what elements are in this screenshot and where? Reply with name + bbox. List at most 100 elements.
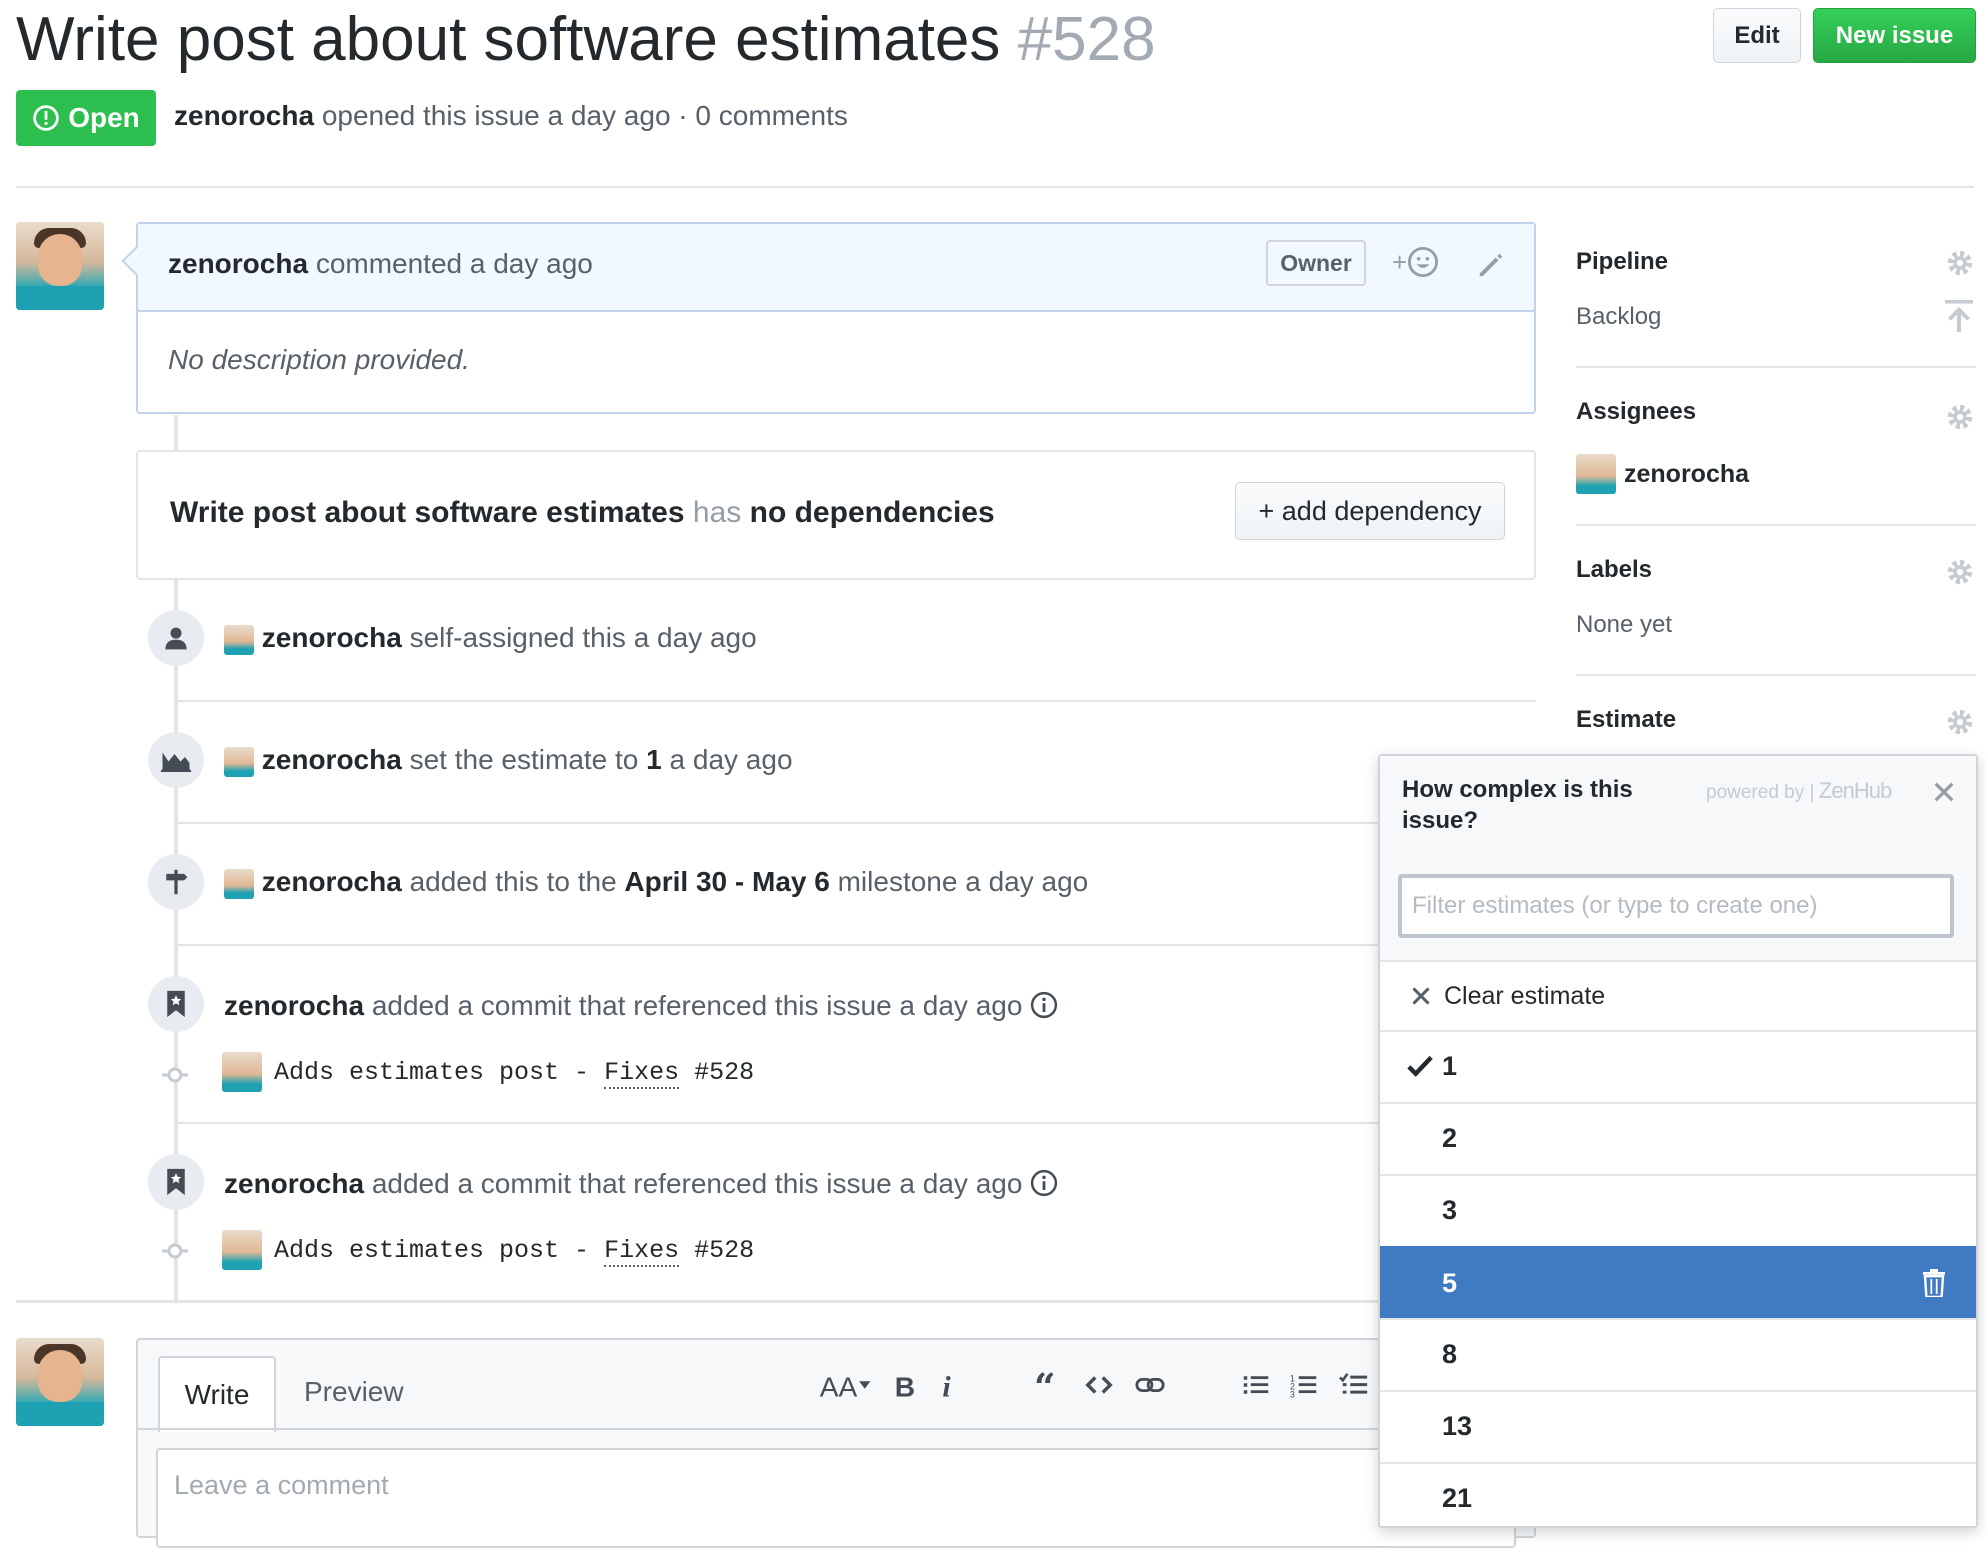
status-badge: Open [16, 90, 156, 146]
unordered-list-icon[interactable] [1242, 1370, 1270, 1400]
avatar[interactable] [16, 222, 104, 310]
avatar[interactable] [224, 868, 254, 899]
ordered-list-icon[interactable]: 123 [1290, 1370, 1318, 1400]
timeline-event: zenorocha set the estimate to 1 a day ag… [224, 744, 793, 777]
filter-area: Filter estimates (or type to create one) [1380, 856, 1976, 960]
edit-button[interactable]: Edit [1713, 8, 1801, 63]
code-icon[interactable] [1084, 1370, 1114, 1400]
add-dependency-button[interactable]: + add dependency [1235, 482, 1505, 540]
pipeline-heading: Pipeline [1576, 248, 1669, 275]
powered-by: powered by | ZenHub [1706, 778, 1892, 804]
commit-fixes-link[interactable]: Fixes [604, 1057, 680, 1089]
move-to-top-icon[interactable] [1945, 300, 1973, 332]
estimate-option-label: 5 [1442, 1267, 1458, 1298]
gear-icon[interactable] [1945, 707, 1975, 737]
avatar[interactable] [16, 1338, 104, 1426]
avatar[interactable] [224, 746, 254, 777]
estimate-option[interactable]: 8 [1380, 1318, 1976, 1388]
check-icon [1407, 1055, 1433, 1077]
italic-icon[interactable]: i [938, 1370, 958, 1400]
estimate-option[interactable]: 13 [1380, 1390, 1976, 1460]
gear-icon[interactable] [1945, 402, 1975, 432]
commit-message[interactable]: Adds estimates post - [274, 1058, 604, 1087]
assignees-heading: Assignees [1576, 398, 1697, 425]
issue-author-link[interactable]: zenorocha [174, 100, 314, 131]
event-user[interactable]: zenorocha [262, 744, 402, 775]
labels-heading: Labels [1576, 556, 1653, 583]
assignee-name[interactable]: zenorocha [1624, 460, 1749, 489]
commit-fixes-link[interactable]: Fixes [604, 1235, 680, 1267]
popup-header: How complex is this issue? powered by | … [1380, 756, 1976, 858]
timeline-event: zenorocha added a commit that referenced… [224, 990, 1058, 1022]
sidebar-divider [1576, 674, 1976, 676]
issue-title-row: Write post about software estimates #528 [16, 4, 1156, 75]
commit-issue-ref[interactable]: #528 [679, 1058, 754, 1087]
labels-value: None yet [1576, 611, 1673, 638]
event-text: self-assigned this a day ago [409, 622, 757, 653]
avatar[interactable] [224, 624, 254, 655]
timeline-event: zenorocha self-assigned this a day ago [224, 622, 757, 655]
text-size-icon[interactable]: AA [818, 1370, 874, 1400]
comment-textarea[interactable]: Leave a comment [156, 1448, 1516, 1548]
tab-preview[interactable]: Preview [304, 1376, 404, 1408]
new-issue-button[interactable]: New issue [1813, 8, 1976, 63]
event-divider [176, 944, 1386, 946]
estimate-chart-icon [148, 732, 204, 788]
estimate-option[interactable]: 21 [1380, 1462, 1976, 1526]
dependency-has: has [692, 496, 742, 529]
bold-icon[interactable]: B [894, 1370, 918, 1400]
event-user[interactable]: zenorocha [224, 1168, 364, 1199]
estimate-option-label: 21 [1442, 1482, 1473, 1513]
commit-message[interactable]: Adds estimates post - [274, 1236, 604, 1265]
issue-meta-text: opened this issue a day ago · 0 comments [321, 100, 848, 131]
comment-time[interactable]: commented a day ago [316, 248, 593, 279]
close-icon[interactable] [1932, 780, 1956, 804]
commit-issue-ref[interactable]: #528 [679, 1236, 754, 1265]
estimate-option-label: 3 [1442, 1194, 1458, 1225]
reaction-plus: + [1392, 246, 1408, 277]
estimate-option-label: 8 [1442, 1338, 1458, 1369]
estimate-option[interactable]: 3 [1380, 1174, 1976, 1244]
issue-number: #528 [1017, 5, 1156, 74]
event-estimate-value: 1 [646, 744, 662, 775]
estimate-option[interactable]: 2 [1380, 1102, 1976, 1172]
info-icon[interactable] [1030, 1169, 1058, 1197]
powered-by-text: powered by | [1706, 782, 1815, 803]
estimate-filter-input[interactable]: Filter estimates (or type to create one) [1398, 874, 1954, 938]
comment-author[interactable]: zenorocha [168, 248, 308, 279]
zenhub-logo: ZenHub [1818, 778, 1892, 803]
avatar[interactable] [222, 1230, 262, 1270]
estimate-option[interactable]: 1 [1380, 1030, 1976, 1100]
commit-row: Adds estimates post - Fixes #528 [222, 1052, 754, 1092]
event-user[interactable]: zenorocha [262, 622, 402, 653]
quote-icon[interactable]: “ [1034, 1370, 1064, 1400]
estimate-option-highlighted[interactable]: 5 [1380, 1246, 1976, 1318]
header-divider [16, 186, 1974, 188]
add-reaction-button[interactable]: + [1392, 246, 1439, 278]
tab-write[interactable]: Write [158, 1356, 276, 1432]
gear-icon[interactable] [1945, 248, 1975, 278]
bookmark-icon [148, 1154, 204, 1210]
sidebar-divider [1576, 366, 1976, 368]
assignee-item[interactable]: zenorocha [1576, 454, 1749, 494]
clear-estimate-item[interactable]: Clear estimate [1380, 960, 1976, 1030]
trash-icon[interactable] [1922, 1269, 1946, 1297]
event-text: added a commit that referenced this issu… [371, 1168, 1023, 1199]
event-user[interactable]: zenorocha [224, 990, 364, 1021]
link-icon[interactable] [1134, 1370, 1166, 1400]
editor-toolbar: AA B i “ 123 [818, 1370, 1370, 1400]
timeline-end-divider [16, 1300, 1386, 1303]
gear-icon[interactable] [1945, 557, 1975, 587]
event-user[interactable]: zenorocha [262, 866, 402, 897]
issue-meta: zenorocha opened this issue a day ago · … [174, 100, 848, 132]
pencil-icon[interactable] [1476, 250, 1506, 280]
svg-text:i: i [942, 1370, 951, 1400]
comment-box: zenorocha commented a day ago Owner + No… [121, 222, 1536, 414]
avatar[interactable] [222, 1052, 262, 1092]
commit-row: Adds estimates post - Fixes #528 [222, 1230, 754, 1270]
info-icon[interactable] [1030, 991, 1058, 1019]
task-list-icon[interactable] [1338, 1370, 1370, 1400]
avatar[interactable] [1576, 454, 1616, 494]
clear-estimate-label: Clear estimate [1444, 981, 1606, 1010]
event-milestone-link[interactable]: April 30 - May 6 [624, 866, 829, 897]
